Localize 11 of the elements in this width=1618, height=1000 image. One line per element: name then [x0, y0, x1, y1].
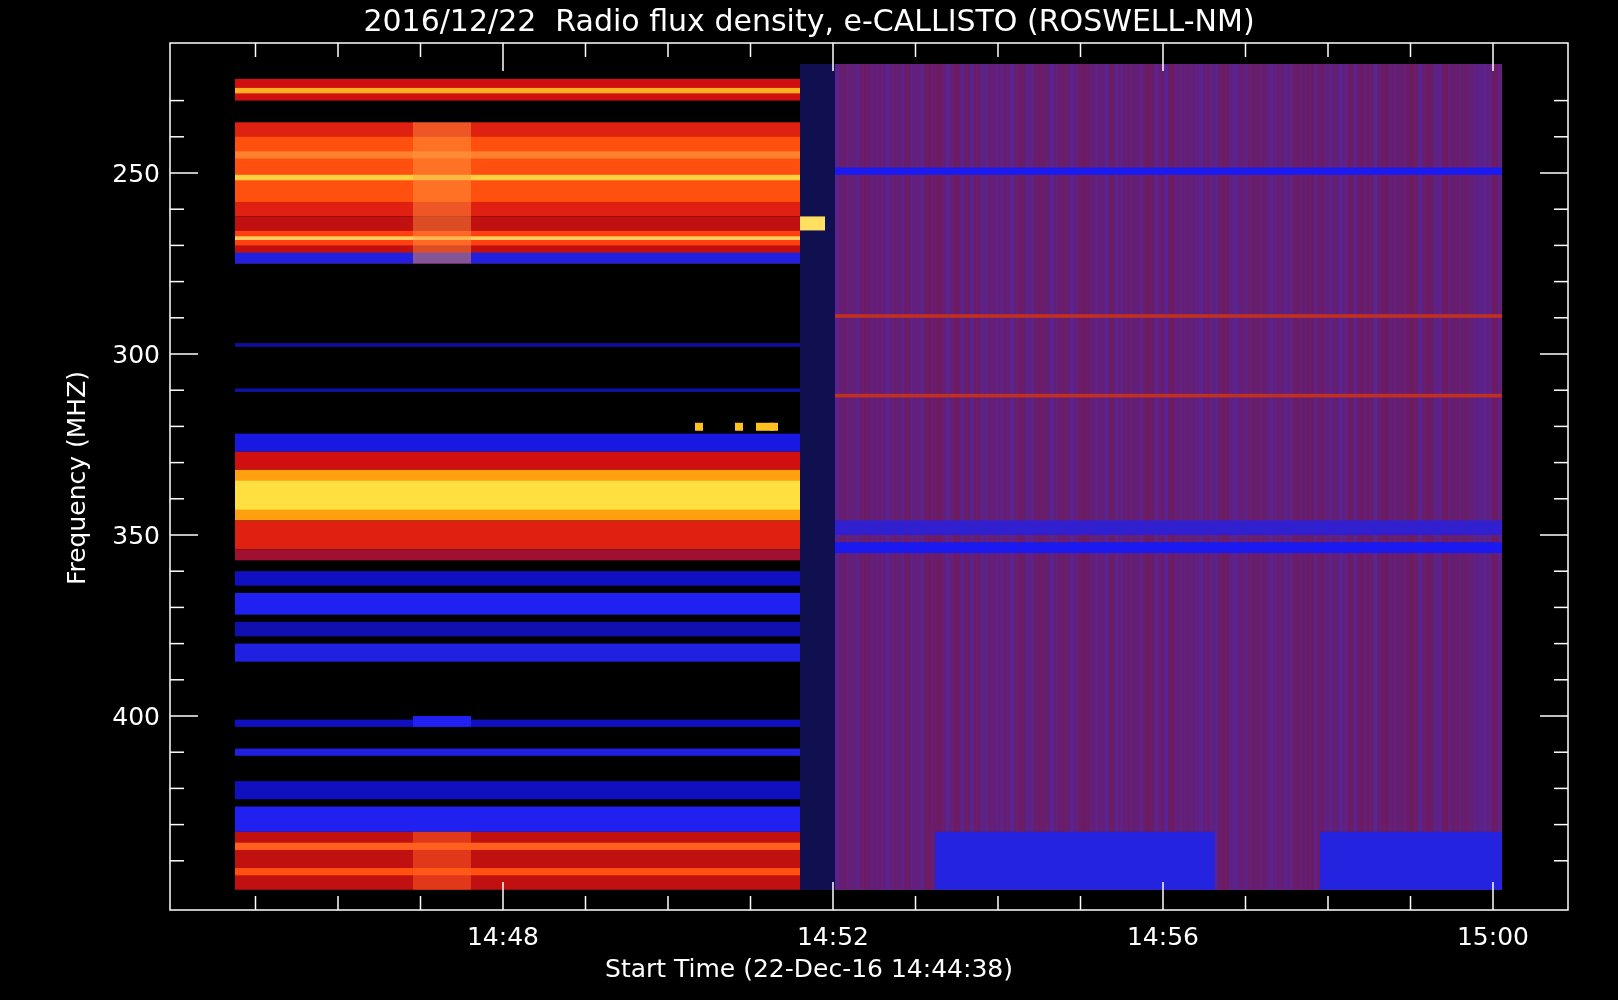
plot-title: 2016/12/22 Radio flux density, e-CALLISTO (ROSWELL-NM)	[363, 3, 1255, 38]
tick-label: 350	[112, 521, 160, 550]
tick-label: 15:00	[1457, 922, 1529, 951]
tick-label: 14:48	[467, 922, 539, 951]
axis-label: Start Time (22-Dec-16 14:44:38)	[605, 954, 1013, 983]
tick-label: 250	[112, 159, 160, 188]
tick-label: 300	[112, 340, 160, 369]
tick-label: 14:52	[797, 922, 869, 951]
axis-label: Frequency (MHZ)	[62, 370, 91, 586]
tick-label: 14:56	[1127, 922, 1199, 951]
tick-label: 400	[112, 702, 160, 731]
